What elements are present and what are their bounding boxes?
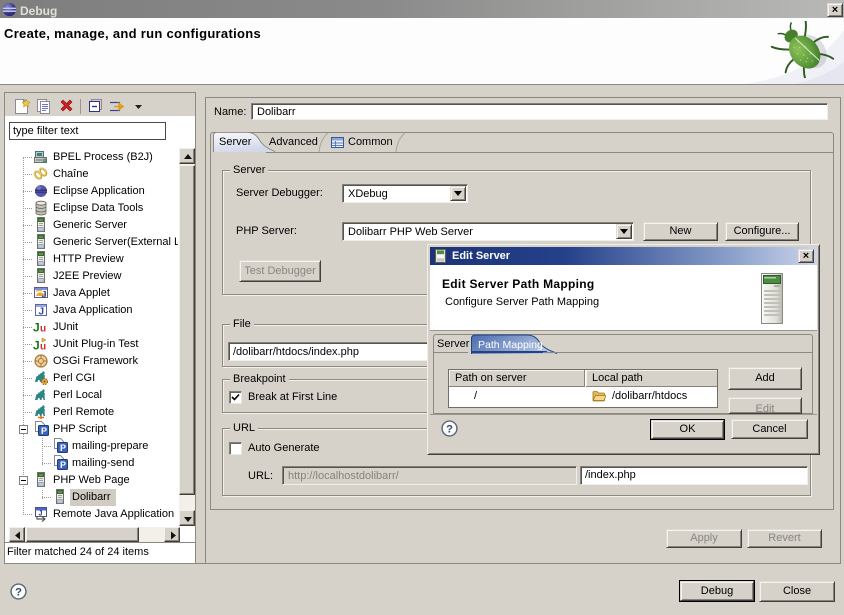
svg-text:?: ? <box>446 424 453 436</box>
svg-text:?: ? <box>15 587 22 599</box>
